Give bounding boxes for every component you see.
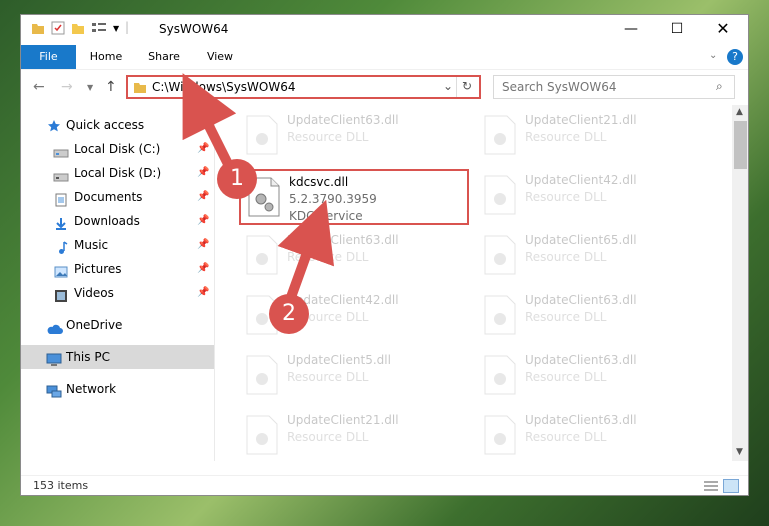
file-item[interactable]: UpdateClient42.dll Resource DLL bbox=[477, 169, 707, 225]
search-box[interactable]: ⌕ bbox=[493, 75, 735, 99]
tab-share[interactable]: Share bbox=[141, 45, 187, 69]
search-icon[interactable]: ⌕ bbox=[716, 79, 723, 94]
status-bar: 153 items bbox=[21, 475, 748, 495]
window-title: SysWOW64 bbox=[159, 22, 229, 36]
file-item[interactable]: UpdateClient65.dll Resource DLL bbox=[477, 229, 707, 285]
dll-file-icon bbox=[245, 355, 279, 395]
file-name: kdcsvc.dll bbox=[289, 175, 349, 189]
refresh-icon[interactable]: ↻ bbox=[462, 79, 472, 93]
large-icons-view-icon[interactable] bbox=[723, 479, 739, 493]
nav-item-onedrive[interactable]: OneDrive bbox=[21, 313, 214, 337]
address-bar[interactable]: C:\Windows\SysWOW64 ⌄ ↻ bbox=[126, 75, 481, 99]
item-count: 153 items bbox=[33, 479, 89, 492]
new-folder-icon[interactable] bbox=[71, 21, 85, 38]
view-options-icon[interactable] bbox=[91, 21, 107, 38]
address-separator bbox=[456, 77, 457, 97]
ribbon-tabs: File Home Share View ⌄ ? bbox=[21, 45, 748, 69]
tab-home[interactable]: Home bbox=[83, 45, 129, 69]
dll-file-icon bbox=[483, 235, 517, 275]
pin-icon[interactable]: 📌 bbox=[197, 137, 209, 161]
file-version: 5.2.3790.3959 bbox=[289, 192, 377, 206]
back-arrow-icon[interactable]: ← bbox=[33, 79, 45, 95]
nav-item-local-disk-c[interactable]: Local Disk (C:) 📌 bbox=[21, 137, 214, 161]
forward-arrow-icon[interactable]: → bbox=[61, 79, 73, 95]
file-list: UpdateClient63.dll Resource DLL UpdateCl… bbox=[215, 105, 732, 461]
downloads-icon bbox=[54, 215, 68, 230]
dll-file-icon bbox=[483, 355, 517, 395]
properties-icon[interactable] bbox=[51, 21, 65, 38]
folder-icon bbox=[31, 21, 45, 38]
scroll-up-icon[interactable]: ▲ bbox=[736, 107, 743, 117]
navigation-pane: Quick access Local Disk (C:) 📌 Local Dis… bbox=[21, 105, 214, 461]
nav-item-quick-access[interactable]: Quick access bbox=[21, 113, 214, 137]
nav-item-this-pc[interactable]: This PC bbox=[21, 345, 214, 369]
file-item[interactable]: UpdateClient63.dll Resource DLL bbox=[239, 229, 469, 285]
address-path: C:\Windows\SysWOW64 bbox=[152, 80, 296, 94]
recent-locations-icon[interactable]: ▼ bbox=[87, 83, 93, 92]
help-button[interactable]: ? bbox=[727, 49, 743, 65]
details-view-icon[interactable] bbox=[703, 480, 719, 495]
pin-icon[interactable]: 📌 bbox=[197, 281, 209, 305]
pin-icon[interactable]: 📌 bbox=[197, 185, 209, 209]
nav-item-network[interactable]: Network bbox=[21, 377, 214, 401]
computer-icon bbox=[46, 351, 62, 366]
file-item[interactable]: UpdateClient63.dll Resource DLL bbox=[477, 409, 707, 461]
minimize-button[interactable]: — bbox=[608, 15, 654, 45]
file-item[interactable]: UpdateClient63.dll Resource DLL bbox=[477, 349, 707, 405]
callout-badge-1: 1 bbox=[217, 159, 257, 199]
drive-icon bbox=[53, 167, 69, 182]
title-bar: ▼ | SysWOW64 — ☐ ✕ bbox=[21, 15, 748, 45]
file-item[interactable]: UpdateClient63.dll Resource DLL bbox=[239, 109, 469, 165]
folder-icon bbox=[133, 80, 147, 97]
callout-badge-2: 2 bbox=[269, 294, 309, 334]
search-input[interactable] bbox=[500, 79, 704, 95]
explorer-window: ▼ | SysWOW64 — ☐ ✕ File Home Share View … bbox=[20, 14, 749, 496]
nav-item-pictures[interactable]: Pictures 📌 bbox=[21, 257, 214, 281]
pictures-icon bbox=[54, 263, 68, 278]
tab-file[interactable]: File bbox=[21, 45, 76, 69]
up-arrow-icon[interactable]: ↑ bbox=[105, 79, 117, 95]
toolbar-separator: | bbox=[125, 20, 130, 34]
close-button[interactable]: ✕ bbox=[700, 15, 746, 45]
network-icon bbox=[46, 383, 62, 398]
maximize-button[interactable]: ☐ bbox=[654, 15, 700, 45]
expand-ribbon-icon[interactable]: ⌄ bbox=[709, 50, 717, 61]
file-description: KDC Service bbox=[289, 209, 363, 223]
pin-icon[interactable]: 📌 bbox=[197, 209, 209, 233]
scrollbar-thumb[interactable] bbox=[734, 121, 747, 169]
file-item[interactable]: UpdateClient21.dll Resource DLL bbox=[239, 409, 469, 461]
file-item[interactable]: UpdateClient5.dll Resource DLL bbox=[239, 349, 469, 405]
documents-icon bbox=[54, 191, 68, 207]
pin-icon[interactable]: 📌 bbox=[197, 257, 209, 281]
file-item-kdcsvc[interactable]: kdcsvc.dll 5.2.3790.3959 KDC Service bbox=[239, 169, 469, 225]
nav-item-videos[interactable]: Videos 📌 bbox=[21, 281, 214, 305]
vertical-scrollbar[interactable]: ▲ ▼ bbox=[732, 105, 748, 461]
file-item[interactable]: UpdateClient63.dll Resource DLL bbox=[477, 289, 707, 345]
drive-icon bbox=[53, 143, 69, 158]
pin-icon[interactable]: 📌 bbox=[197, 161, 209, 185]
music-icon bbox=[55, 239, 69, 254]
address-row: ← → ▼ ↑ C:\Windows\SysWOW64 ⌄ ↻ ⌕ bbox=[21, 69, 748, 106]
star-icon bbox=[47, 117, 61, 132]
file-item[interactable]: UpdateClient21.dll Resource DLL bbox=[477, 109, 707, 165]
dll-file-icon bbox=[483, 175, 517, 215]
dll-file-icon bbox=[483, 115, 517, 155]
customize-toolbar-icon[interactable]: ▼ bbox=[113, 24, 119, 33]
nav-item-music[interactable]: Music 📌 bbox=[21, 233, 214, 257]
chevron-down-icon[interactable]: ⌄ bbox=[443, 79, 453, 93]
dll-file-icon bbox=[245, 415, 279, 455]
nav-item-documents[interactable]: Documents 📌 bbox=[21, 185, 214, 209]
cloud-icon bbox=[46, 319, 63, 334]
dll-file-icon bbox=[245, 115, 279, 155]
nav-item-local-disk-d[interactable]: Local Disk (D:) 📌 bbox=[21, 161, 214, 185]
dll-file-icon bbox=[483, 415, 517, 455]
dll-file-icon bbox=[483, 295, 517, 335]
videos-icon bbox=[54, 287, 68, 302]
tab-view[interactable]: View bbox=[199, 45, 241, 69]
nav-item-downloads[interactable]: Downloads 📌 bbox=[21, 209, 214, 233]
pin-icon[interactable]: 📌 bbox=[197, 233, 209, 257]
dll-file-icon bbox=[245, 235, 279, 275]
scroll-down-icon[interactable]: ▼ bbox=[736, 447, 743, 457]
